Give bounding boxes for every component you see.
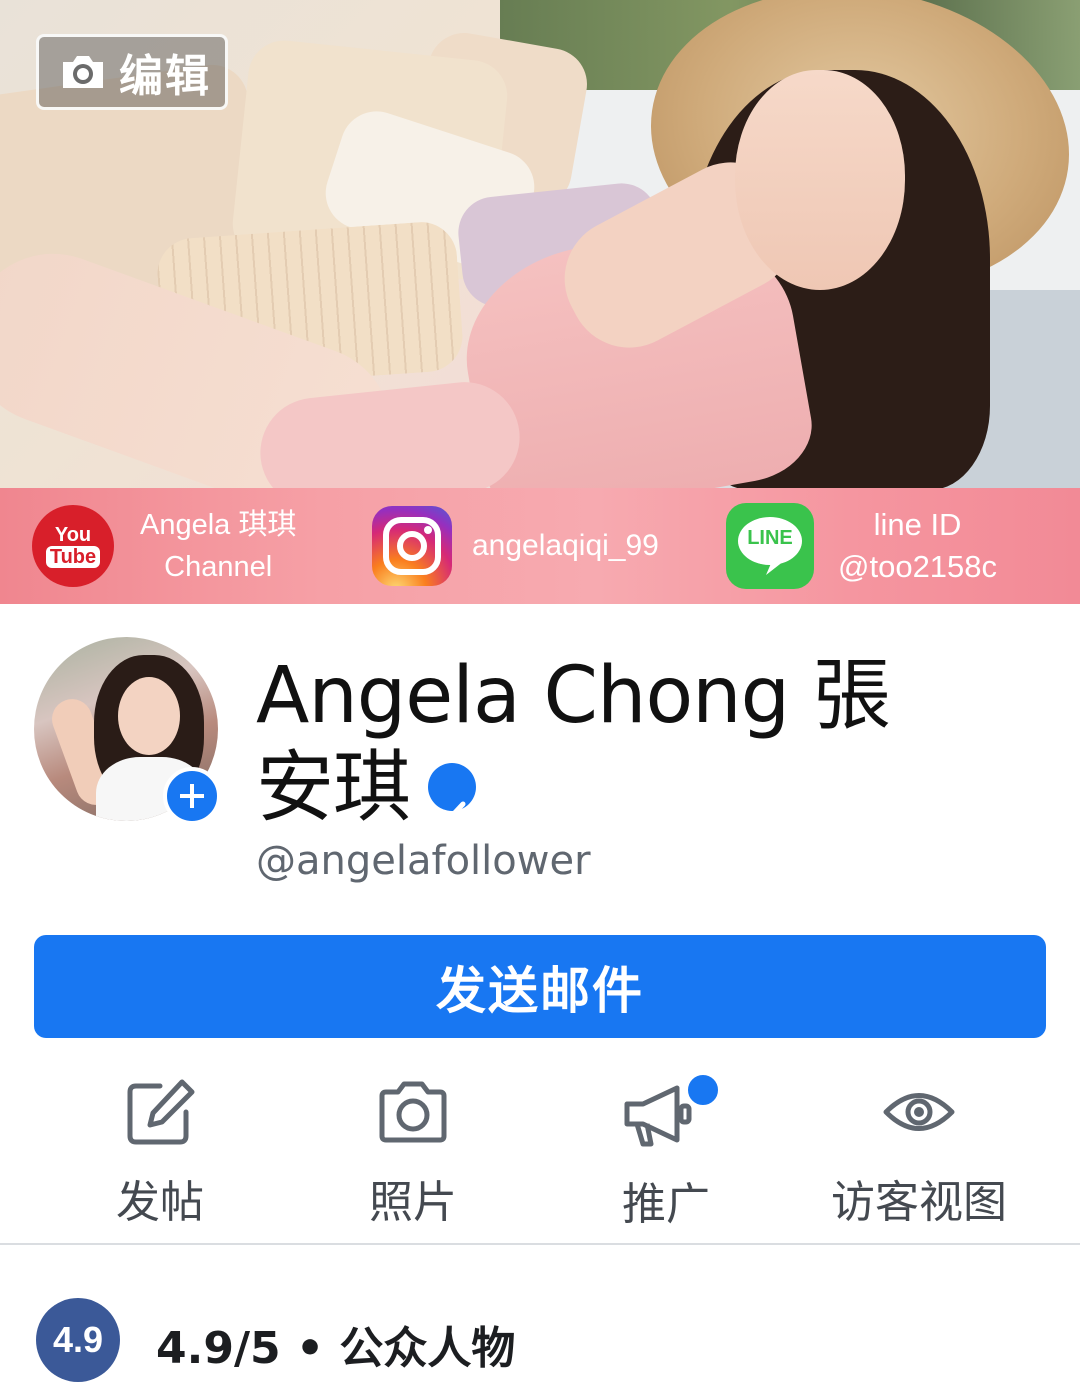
edit-cover-button[interactable]: 编辑: [36, 34, 228, 110]
line-account: LINE line ID @too2158c: [726, 488, 997, 604]
camera-icon: [376, 1076, 450, 1148]
youtube-logo-text: You: [54, 524, 92, 546]
action-photo[interactable]: 照片: [293, 1070, 533, 1230]
add-profile-photo-button[interactable]: [163, 767, 221, 825]
action-photo-label: 照片: [369, 1177, 457, 1228]
action-post-label: 发帖: [116, 1177, 204, 1228]
send-email-button[interactable]: 发送邮件: [34, 935, 1046, 1038]
notification-dot: [685, 1072, 721, 1108]
verified-badge-icon: [428, 762, 477, 822]
page-title-text: Angela Chong 張安琪: [256, 651, 891, 833]
section-divider: [0, 1243, 1080, 1245]
cover-photo[interactable]: 编辑 You Tube Angela 琪琪 Channel angelaqiqi…: [0, 0, 1080, 604]
rating-and-category[interactable]: 4.9/5 • 公众人物: [156, 1312, 515, 1376]
cover-social-strip: You Tube Angela 琪琪 Channel angelaqiqi_99: [0, 488, 1080, 604]
camera-icon: [59, 52, 107, 92]
compose-icon: [124, 1076, 196, 1148]
action-promote[interactable]: 推广: [546, 1070, 786, 1230]
line-logo-text: LINE: [747, 527, 793, 549]
action-view-as-visitor[interactable]: 访客视图: [799, 1070, 1039, 1230]
youtube-icon: You Tube: [32, 505, 114, 587]
page-title: Angela Chong 張安琪: [256, 650, 956, 834]
youtube-channel: You Tube Angela 琪琪 Channel: [32, 488, 296, 604]
youtube-channel-name: Angela 琪琪: [140, 509, 297, 541]
megaphone-icon: [621, 1072, 721, 1150]
action-promote-label: 推广: [622, 1179, 710, 1230]
edit-cover-label: 编辑: [119, 51, 211, 102]
action-view-as-visitor-label: 访客视图: [831, 1177, 1007, 1228]
instagram-handle: angelaqiqi_99: [472, 529, 659, 562]
avatar-figure: [118, 677, 180, 755]
youtube-channel-text: Angela 琪琪 Channel: [140, 504, 296, 588]
line-icon: LINE: [726, 503, 814, 589]
page-username: @angelafollower: [256, 838, 591, 884]
rating-badge: 4.9: [36, 1298, 120, 1382]
youtube-channel-suffix: Channel: [164, 551, 273, 583]
line-id-value: @too2158c: [838, 549, 998, 584]
youtube-logo-text: Tube: [45, 546, 101, 568]
plus-icon: [180, 784, 204, 808]
page-action-bar: 发帖 照片 推广 访客视图: [0, 1070, 1080, 1240]
eye-icon: [882, 1076, 956, 1148]
instagram-account: angelaqiqi_99: [372, 488, 659, 604]
line-id-text: line ID @too2158c: [838, 504, 997, 588]
cover-figure-face: [735, 70, 905, 290]
instagram-icon: [372, 506, 452, 586]
line-id-label: line ID: [873, 507, 962, 542]
action-post[interactable]: 发帖: [40, 1070, 280, 1230]
